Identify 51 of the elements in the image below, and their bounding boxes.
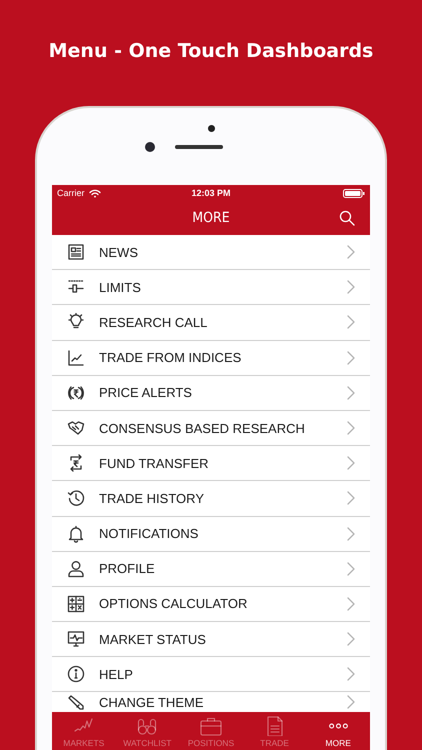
menu-item[interactable]: TRADE FROM INDICES [52,340,370,376]
menu-item[interactable]: PROFILE [52,552,370,587]
chevron-right-icon [347,491,355,506]
menu-item[interactable]: TRADE HISTORY [52,481,370,516]
tab-item[interactable]: MORE [306,712,370,750]
chevron-right-icon [347,421,355,436]
person-icon [67,560,85,578]
menu-item[interactable]: LIMITS [52,270,370,306]
monitor-icon [67,630,85,648]
chevron-right-icon [347,350,355,365]
camera-dot [208,125,214,132]
wifi-icon [88,188,101,198]
screen-title: MORE [192,210,230,226]
menu-item[interactable]: FUND TRANSFER [52,446,370,482]
pen-icon [67,695,85,712]
headline: Menu - One Touch Dashboards [48,39,374,64]
chevron-right-icon [347,386,355,400]
chevron-right-icon [347,456,355,470]
chevron-right-icon [347,562,355,576]
clock: 12:03 PM [191,188,231,198]
battery-icon [343,188,365,198]
menu-item[interactable]: MARKET STATUS [52,622,370,658]
menu-item[interactable]: NEWS [52,235,370,270]
menu-item[interactable]: HELP [52,657,370,692]
menu-item[interactable]: OPTIONS CALCULATOR [52,586,370,622]
chevron-right-icon [347,280,355,294]
chevron-right-icon [347,315,355,330]
sensor-dot [145,142,155,152]
chevron-right-icon [347,596,355,611]
chevron-right-icon [347,632,355,646]
search-icon[interactable] [339,210,355,226]
menu-item[interactable]: CONSENSUS BASED RESEARCH [52,410,370,446]
more-icon [328,723,348,729]
menu-item[interactable]: NOTIFICATIONS [52,516,370,552]
menu-item[interactable]: PRICE ALERTS [52,376,370,411]
rupee-signal-icon [67,384,85,402]
menu-item[interactable]: CHANGE THEME [52,692,370,712]
calculator-icon [67,594,85,613]
history-icon [67,489,85,508]
carrier-label: Carrier [57,188,85,198]
bell-icon [67,524,85,543]
chevron-right-icon [347,245,355,260]
speaker-slot [175,145,223,149]
chevron-right-icon [347,695,355,710]
chevron-right-icon [347,667,355,682]
newspaper-icon [67,243,85,262]
info-icon [67,665,85,684]
line-chart-icon [67,348,85,367]
briefcase-icon [200,716,222,736]
chevron-right-icon [347,526,355,541]
menu-item[interactable]: RESEARCH CALL [52,305,370,341]
